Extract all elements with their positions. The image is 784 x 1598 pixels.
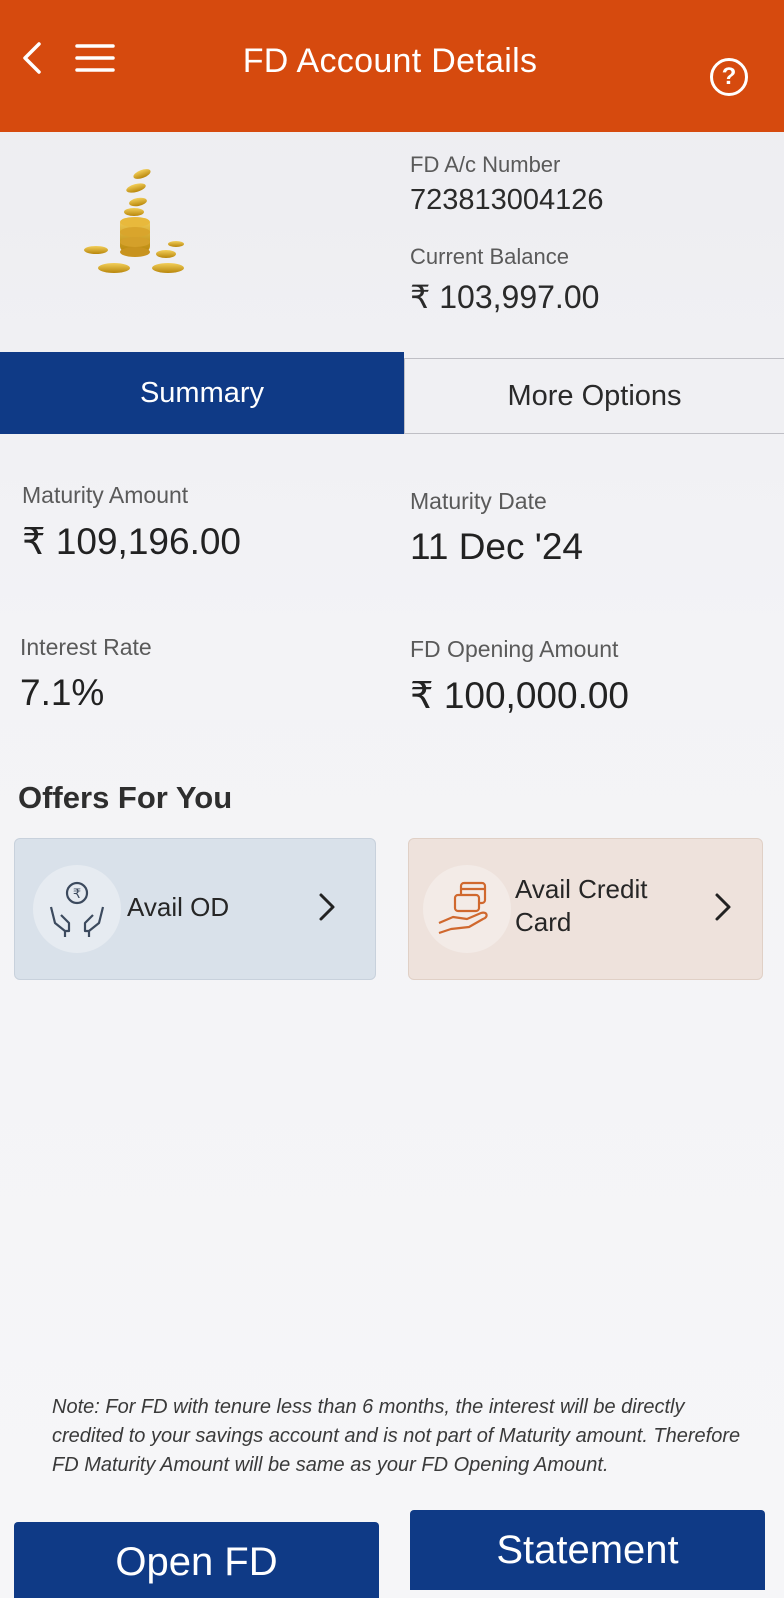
- back-button[interactable]: [12, 38, 52, 78]
- current-balance-value: ₹ 103,997.00: [410, 279, 600, 315]
- offer-label-line2: Card: [515, 907, 572, 937]
- hamburger-menu-icon: [75, 44, 115, 72]
- open-fd-button[interactable]: Open FD: [14, 1522, 379, 1598]
- maturity-date-value: 11 Dec '24: [410, 526, 583, 567]
- hands-rupee-icon: ₹: [49, 881, 105, 937]
- svg-text:₹: ₹: [73, 887, 81, 902]
- opening-amount-label: FD Opening Amount: [410, 636, 619, 662]
- chevron-right-icon: [313, 887, 341, 927]
- app-header: FD Account Details ?: [0, 0, 784, 132]
- opening-amount-value: ₹ 100,000.00: [410, 675, 630, 716]
- chevron-right-icon: [709, 887, 737, 927]
- offer-label: Avail OD: [127, 892, 230, 922]
- fd-tenure-note: Note: For FD with tenure less than 6 mon…: [52, 1396, 741, 1476]
- maturity-amount-value: ₹ 109,196.00: [22, 521, 242, 562]
- help-icon[interactable]: ?: [710, 58, 748, 96]
- account-number-value: 723813004126: [410, 184, 604, 216]
- offers-title: Offers For You: [18, 780, 233, 815]
- current-balance-label: Current Balance: [410, 244, 569, 269]
- tab-bar: Summary More Options: [0, 352, 784, 436]
- statement-button[interactable]: Statement: [410, 1510, 765, 1590]
- account-number-label: FD A/c Number: [410, 152, 561, 177]
- gold-coins-icon: [84, 169, 184, 273]
- account-info-panel: FD A/c Number 723813004126 Current Balan…: [0, 132, 784, 350]
- maturity-date-label: Maturity Date: [410, 488, 547, 514]
- offer-card-avail-od[interactable]: ₹ Avail OD: [14, 838, 376, 980]
- tab-summary[interactable]: Summary: [0, 352, 404, 434]
- maturity-amount-label: Maturity Amount: [22, 482, 189, 508]
- interest-rate-label: Interest Rate: [20, 634, 152, 660]
- offer-label-line1: Avail Credit: [515, 874, 648, 904]
- page-title: FD Account Details: [242, 42, 538, 80]
- menu-button[interactable]: [70, 38, 120, 78]
- offer-icon-container: [423, 865, 511, 953]
- fd-account-details-screen: FD Account Details ? FD A/c Number 72381…: [0, 0, 784, 1598]
- interest-rate-value: 7.1%: [20, 672, 105, 713]
- offer-icon-container: ₹: [33, 865, 121, 953]
- chevron-left-icon: [23, 42, 41, 74]
- offer-card-avail-credit-card[interactable]: Avail Credit Card: [408, 838, 763, 980]
- tab-more-options[interactable]: More Options: [404, 358, 784, 434]
- hand-card-icon: [438, 881, 488, 935]
